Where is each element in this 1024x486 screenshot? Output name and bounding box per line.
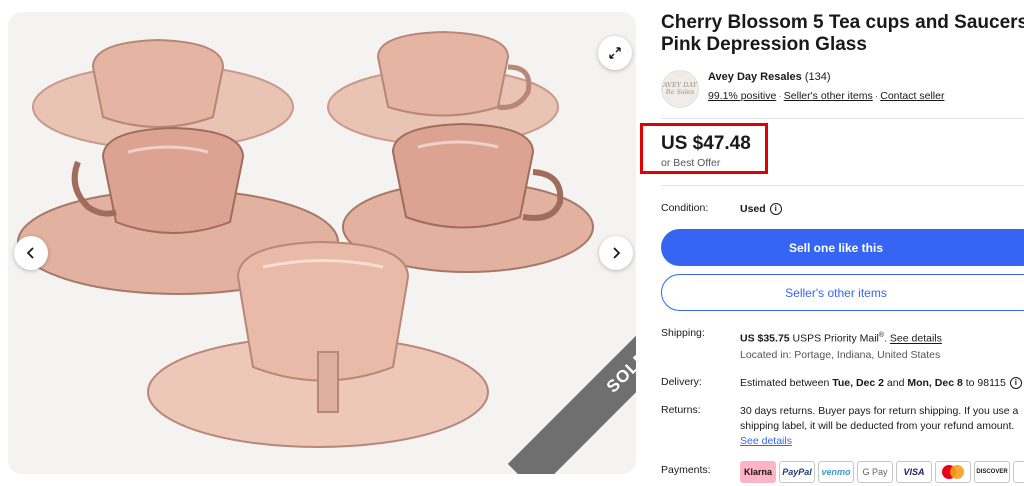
shipping-see-details-link[interactable]: See details: [890, 333, 942, 345]
expand-icon: [609, 47, 621, 59]
returns-label: Returns:: [661, 404, 701, 416]
returns-see-details-wrap: See details: [740, 434, 792, 449]
separator: ·: [778, 90, 782, 102]
info-icon[interactable]: i: [1009, 377, 1022, 390]
seller-positive-link[interactable]: 99.1% positive: [708, 90, 776, 102]
klarna-badge: Klarna: [740, 461, 776, 483]
condition-value-line: Used i: [740, 202, 782, 217]
contact-seller-link[interactable]: Contact seller: [880, 90, 944, 102]
mastercard-badge: [935, 461, 971, 483]
payments-label: Payments:: [661, 464, 711, 476]
visa-badge: VISA: [896, 461, 932, 483]
venmo-badge: venmo: [818, 461, 854, 483]
registered-mark: ®: [878, 332, 885, 339]
sellers-other-items-button[interactable]: Seller's other items: [661, 274, 1024, 311]
shipping-cost: US $35.75: [740, 332, 790, 345]
paypal-badge: PayPal: [779, 461, 815, 483]
delivery-label: Delivery:: [661, 376, 702, 388]
item-location: Located in: Portage, Indiana, United Sta…: [740, 349, 941, 361]
google-pay-badge: G Pay: [857, 461, 893, 483]
seller-links: 99.1% positive · Seller's other items · Cont…: [708, 90, 944, 102]
product-photo[interactable]: [8, 12, 636, 474]
payment-methods: Klarna PayPal venmo G Pay VISA DISCOVER: [740, 461, 1024, 483]
divider: [661, 118, 1024, 119]
delivery-value: Estimated between Tue, Dec 2 and Mon, De…: [740, 376, 1022, 391]
seller-feedback-count: (134): [804, 71, 831, 83]
expand-button[interactable]: [598, 36, 632, 70]
best-offer-text: or Best Offer: [661, 157, 721, 169]
chevron-left-icon: [26, 247, 34, 259]
seller-avatar[interactable]: AVEY DAY Re Sales: [661, 70, 699, 108]
mastercard-icon: [942, 465, 964, 479]
info-icon[interactable]: i: [769, 203, 782, 216]
separator: ·: [874, 90, 879, 102]
delivery-zip: to 98115: [965, 377, 1006, 389]
condition-value: Used: [740, 203, 766, 215]
delivery-prefix: Estimated between: [740, 377, 830, 389]
chevron-right-icon: [613, 247, 621, 259]
seller-other-items-link[interactable]: Seller's other items: [784, 90, 873, 102]
next-image-button[interactable]: [599, 236, 633, 270]
image-gallery[interactable]: SOLD: [8, 12, 636, 474]
condition-label: Condition:: [661, 202, 709, 214]
discover-badge: DISCOVER: [974, 461, 1010, 483]
returns-line-2: shipping label, it will be deducted from…: [740, 420, 1015, 432]
price: US $47.48: [661, 133, 751, 154]
seller-card: AVEY DAY Re Sales Avey Day Resales (134)…: [661, 70, 1024, 110]
returns-line-1: 30 days returns. Buyer pays for return s…: [740, 405, 1019, 417]
delivery-and: and: [886, 377, 905, 389]
delivery-end: Mon, Dec 8: [907, 377, 963, 389]
shipping-label: Shipping:: [661, 327, 705, 339]
shipping-value: US $35.75 USPS Priority Mail®. See detai…: [740, 332, 942, 345]
returns-see-details-link[interactable]: See details: [740, 435, 792, 447]
delivery-start: Tue, Dec 2: [832, 377, 884, 389]
seller-name-line: Avey Day Resales (134): [708, 71, 831, 83]
previous-image-button[interactable]: [14, 236, 48, 270]
sell-one-like-this-button[interactable]: Sell one like this: [661, 229, 1024, 266]
shipping-service: USPS Priority Mail: [792, 332, 879, 345]
seller-logo-text: AVEY DAY Re Sales: [662, 81, 698, 96]
seller-name[interactable]: Avey Day Resales: [708, 71, 802, 83]
divider: [661, 185, 1024, 186]
listing-info-panel: Cherry Blossom 5 Tea cups and Saucers Pi…: [640, 0, 1024, 486]
listing-title: Cherry Blossom 5 Tea cups and Saucers Pi…: [661, 12, 1024, 55]
more-payments-badge: [1013, 461, 1024, 483]
